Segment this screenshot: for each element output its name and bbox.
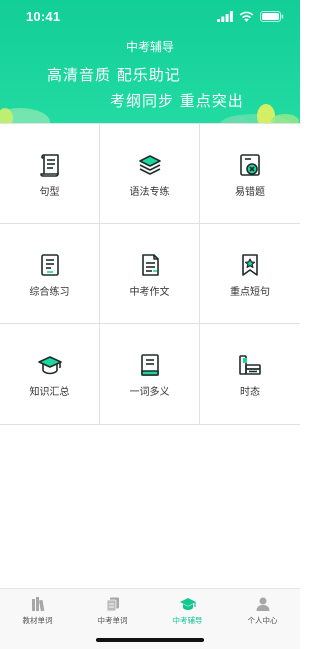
grid-item-exam-composition[interactable]: 中考作文 <box>100 224 200 324</box>
tab-textbook-words[interactable]: 教材单词 <box>0 589 75 649</box>
book-icon <box>137 352 163 378</box>
slogan-line-1: 高清音质 配乐助记 <box>47 66 181 84</box>
tab-personal-center[interactable]: 个人中心 <box>225 589 300 649</box>
feature-grid: 句型 语法专练 易错题 综合练习 中考作文 重点短句 知识汇总 一词多义 时态 <box>0 123 300 425</box>
tab-label: 中考单词 <box>97 616 128 625</box>
wifi-icon <box>239 11 254 22</box>
screen: 10:41 中考辅导 高清音质 配乐助记 考纲同步 重点突出 句型 语法专练 易… <box>0 0 300 649</box>
grid-item-tenses[interactable]: 时态 <box>200 324 300 424</box>
grid-item-label: 易错题 <box>235 187 265 198</box>
header-banner: 10:41 中考辅导 高清音质 配乐助记 考纲同步 重点突出 <box>0 0 300 124</box>
grid-item-sentence-patterns[interactable]: 句型 <box>0 124 100 224</box>
battery-icon <box>260 10 284 22</box>
person-icon <box>256 597 269 611</box>
bottom-tab-bar: 教材单词 中考单词 中考辅导 个人中心 <box>0 588 300 649</box>
graduation-cap-icon <box>37 352 63 378</box>
cards-icon <box>106 597 119 612</box>
signal-icon <box>217 10 233 22</box>
tab-label: 中考辅导 <box>172 616 203 625</box>
grid-item-polysemy[interactable]: 一词多义 <box>100 324 200 424</box>
grid-item-grammar-practice[interactable]: 语法专练 <box>100 124 200 224</box>
home-indicator[interactable] <box>96 638 204 642</box>
books-stack-icon <box>237 352 263 378</box>
document-icon <box>37 252 63 278</box>
error-doc-icon <box>237 152 263 178</box>
grid-item-label: 知识汇总 <box>29 387 70 398</box>
grid-item-label: 重点短句 <box>230 287 270 298</box>
graduation-cap-icon <box>179 598 196 610</box>
grid-item-label: 语法专练 <box>129 187 170 198</box>
books-icon <box>31 597 44 612</box>
grid-item-label: 句型 <box>39 187 60 198</box>
grid-item-label: 一词多义 <box>129 387 170 398</box>
grid-item-label: 中考作文 <box>129 287 170 298</box>
status-time: 10:41 <box>26 9 61 24</box>
status-icons <box>217 10 284 22</box>
grid-item-key-phrases[interactable]: 重点短句 <box>200 224 300 324</box>
bookmark-star-icon <box>237 252 263 278</box>
tab-label: 教材单词 <box>22 616 53 625</box>
paper-icon <box>137 252 163 278</box>
grid-item-common-mistakes[interactable]: 易错题 <box>200 124 300 224</box>
scroll-icon <box>37 152 63 178</box>
layers-icon <box>137 152 163 178</box>
banner-decoration <box>0 104 299 124</box>
grid-item-comprehensive-practice[interactable]: 综合练习 <box>0 224 100 324</box>
grid-item-label: 时态 <box>240 387 260 398</box>
page-title: 中考辅导 <box>125 40 174 54</box>
grid-item-knowledge-summary[interactable]: 知识汇总 <box>0 324 100 424</box>
tab-label: 个人中心 <box>247 616 278 625</box>
status-bar: 10:41 <box>0 0 300 34</box>
grid-item-label: 综合练习 <box>29 287 70 298</box>
